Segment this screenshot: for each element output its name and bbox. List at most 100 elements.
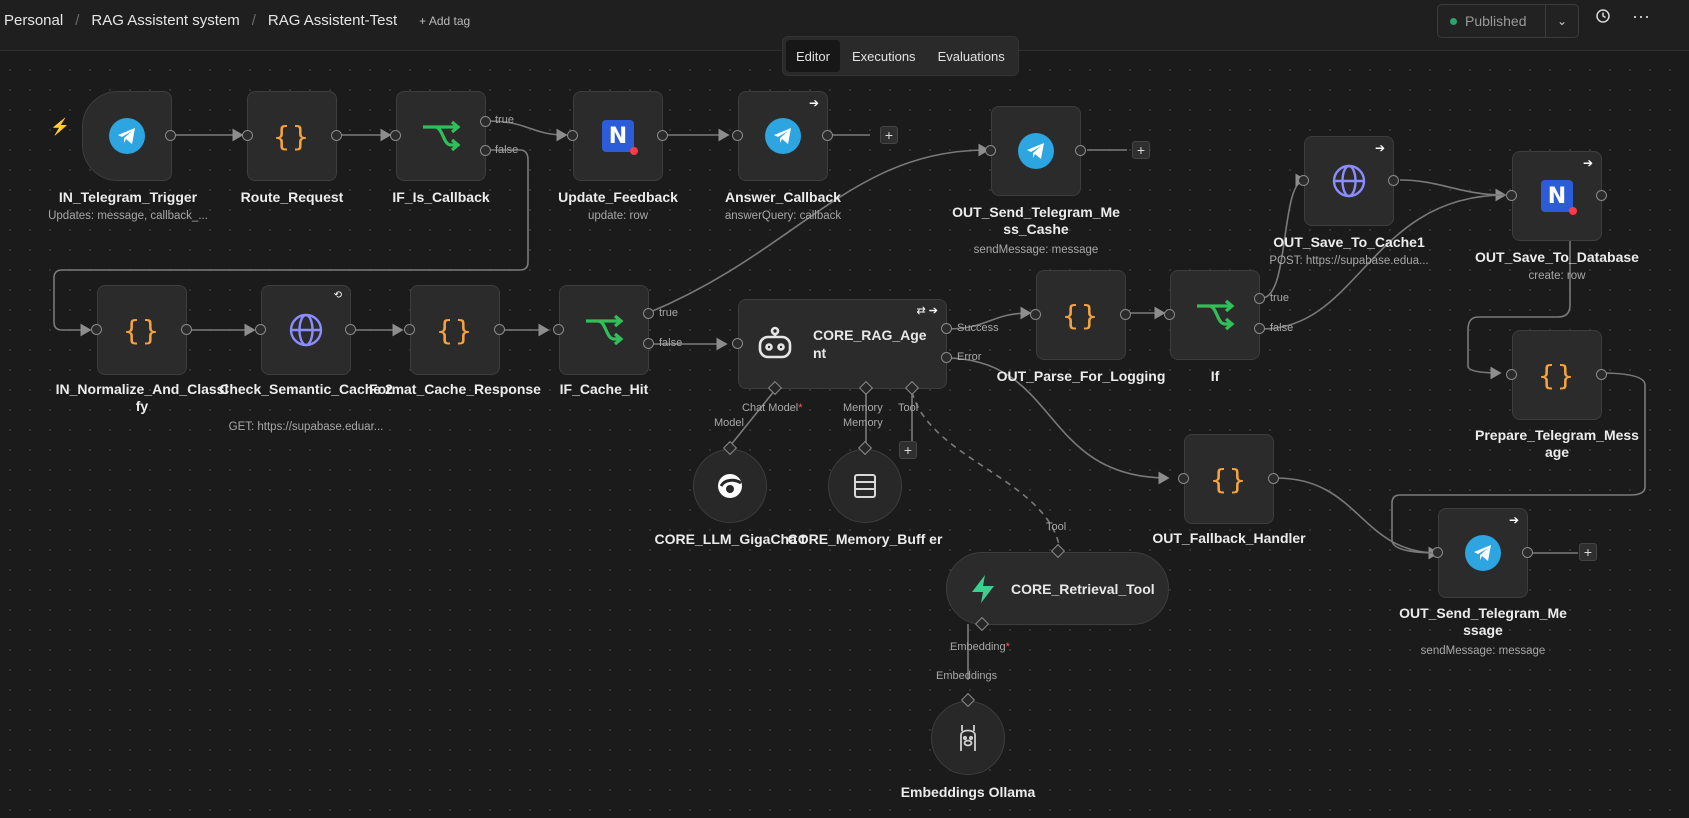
output-handle[interactable] — [1075, 145, 1086, 156]
code-braces-icon: {} — [123, 313, 161, 347]
input-handle[interactable] — [1030, 309, 1041, 320]
output-handle[interactable] — [1120, 309, 1131, 320]
output-handle[interactable] — [1596, 190, 1607, 201]
globe-icon — [1332, 164, 1366, 198]
input-handle[interactable] — [255, 324, 266, 335]
output-handle[interactable] — [165, 130, 176, 141]
published-button[interactable]: Published — [1438, 13, 1545, 29]
if-branch-icon — [586, 314, 624, 346]
input-handle[interactable] — [390, 130, 401, 141]
output-handle[interactable] — [1268, 473, 1279, 484]
input-handle[interactable] — [1506, 369, 1517, 380]
published-label: Published — [1465, 13, 1527, 29]
input-handle[interactable] — [567, 130, 578, 141]
output-handle[interactable] — [1388, 175, 1399, 186]
add-tool-button[interactable]: + — [899, 441, 917, 459]
error-output-handle[interactable] — [941, 352, 952, 363]
node-core-retrieval-tool[interactable]: CORE_Retrieval_Tool — [946, 552, 1169, 625]
add-node-button[interactable]: + — [1579, 543, 1597, 561]
input-handle[interactable] — [1298, 175, 1309, 186]
add-tag-button[interactable]: + Add tag — [419, 14, 470, 28]
view-tabs: Editor Executions Evaluations — [782, 36, 1019, 76]
chevron-down-icon[interactable]: ⌄ — [1545, 5, 1578, 37]
node-in-normalize-and-classify[interactable]: {} — [97, 285, 187, 375]
node-in-telegram-trigger[interactable] — [82, 91, 172, 181]
node-if-cache-hit[interactable] — [559, 285, 649, 375]
breadcrumb-project[interactable]: RAG Assistent system — [91, 12, 239, 29]
input-handle[interactable] — [1164, 309, 1175, 320]
node-prepare-telegram-message[interactable]: {} — [1512, 330, 1602, 420]
output-handle[interactable] — [1596, 369, 1607, 380]
output-handle[interactable] — [1522, 547, 1533, 558]
input-handle[interactable] — [1432, 547, 1443, 558]
node-out-send-telegram-mess-cashe[interactable] — [991, 106, 1081, 196]
true-output-handle[interactable] — [643, 308, 654, 319]
breadcrumb-separator: / — [251, 12, 256, 29]
node-format-cache-response[interactable]: {} — [410, 285, 500, 375]
output-handle[interactable] — [822, 130, 833, 141]
add-node-button[interactable]: + — [1132, 141, 1150, 159]
node-out-fallback-handler[interactable]: {} — [1184, 434, 1274, 524]
false-label: false — [659, 337, 683, 349]
node-label: OUT_Save_To_Cache1 — [1273, 234, 1425, 250]
input-handle[interactable] — [1178, 473, 1189, 484]
output-handle[interactable] — [345, 324, 356, 335]
node-embeddings-ollama[interactable] — [931, 701, 1005, 775]
true-output-handle[interactable] — [1254, 293, 1265, 304]
input-handle[interactable] — [553, 324, 564, 335]
node-update-feedback[interactable]: N — [573, 91, 663, 181]
tab-evaluations[interactable]: Evaluations — [928, 40, 1015, 72]
node-subtitle: answerQuery: callback — [724, 210, 842, 222]
breadcrumb-separator: / — [75, 12, 80, 29]
retrieval-label: CORE_Retrieval_Tool — [1011, 580, 1155, 597]
output-handle[interactable] — [657, 130, 668, 141]
input-handle[interactable] — [732, 338, 743, 349]
true-output-handle[interactable] — [480, 116, 491, 127]
node-answer-callback[interactable]: ➔ — [738, 91, 828, 181]
node-core-rag-agent[interactable]: ⇄ ➔ CORE_RAG_Age nt — [738, 299, 947, 389]
node-core-llm-gigachat[interactable] — [693, 449, 767, 523]
agent-label: CORE_RAG_Age nt — [813, 327, 927, 361]
output-handle[interactable] — [331, 130, 342, 141]
ellipsis-icon[interactable]: ··· — [1632, 6, 1650, 27]
false-output-handle[interactable] — [480, 145, 491, 156]
tab-editor[interactable]: Editor — [786, 40, 840, 72]
node-subtitle: Updates: message, callback_... — [48, 210, 208, 222]
node-core-memory-buffer[interactable] — [828, 449, 902, 523]
node-if-is-callback[interactable] — [396, 91, 486, 181]
breadcrumb-personal[interactable]: Personal — [4, 12, 63, 29]
input-handle[interactable] — [242, 130, 253, 141]
output-handle[interactable] — [181, 324, 192, 335]
input-handle[interactable] — [1506, 190, 1517, 201]
node-if[interactable] — [1170, 270, 1260, 360]
publish-control[interactable]: Published ⌄ — [1437, 4, 1579, 38]
node-out-save-to-database[interactable]: ➔ N — [1512, 151, 1602, 241]
telegram-icon — [1018, 133, 1054, 169]
node-label: Prepare_Telegram_Mess age — [1475, 427, 1639, 460]
node-route-request[interactable]: {} — [247, 91, 337, 181]
input-handle[interactable] — [91, 324, 102, 335]
success-output-handle[interactable] — [941, 323, 952, 334]
input-handle[interactable] — [985, 145, 996, 156]
nocodb-icon: N — [602, 120, 638, 155]
if-branch-icon — [423, 120, 461, 152]
node-subtitle: update: row — [587, 210, 649, 222]
node-out-parse-for-logging[interactable]: {} — [1036, 270, 1126, 360]
tab-executions[interactable]: Executions — [842, 40, 926, 72]
output-handle[interactable] — [494, 324, 505, 335]
add-node-button[interactable]: + — [880, 126, 898, 144]
telegram-icon — [765, 118, 801, 154]
history-icon[interactable] — [1595, 8, 1611, 28]
node-out-save-to-cache1[interactable]: ➔ — [1304, 136, 1394, 226]
workflow-name[interactable]: RAG Assistent-Test — [268, 12, 397, 29]
node-out-send-telegram-message[interactable]: ➔ — [1438, 508, 1528, 598]
if-branch-icon — [1197, 299, 1235, 331]
node-label: Route_Request — [240, 189, 344, 205]
node-check-semantic-cache-2[interactable]: ⟲ — [261, 285, 351, 375]
false-output-handle[interactable] — [643, 338, 654, 349]
input-handle[interactable] — [732, 130, 743, 141]
tool-port-label: Tool — [1046, 521, 1067, 533]
false-label: false — [1270, 322, 1294, 334]
input-handle[interactable] — [404, 324, 415, 335]
false-output-handle[interactable] — [1254, 323, 1265, 334]
